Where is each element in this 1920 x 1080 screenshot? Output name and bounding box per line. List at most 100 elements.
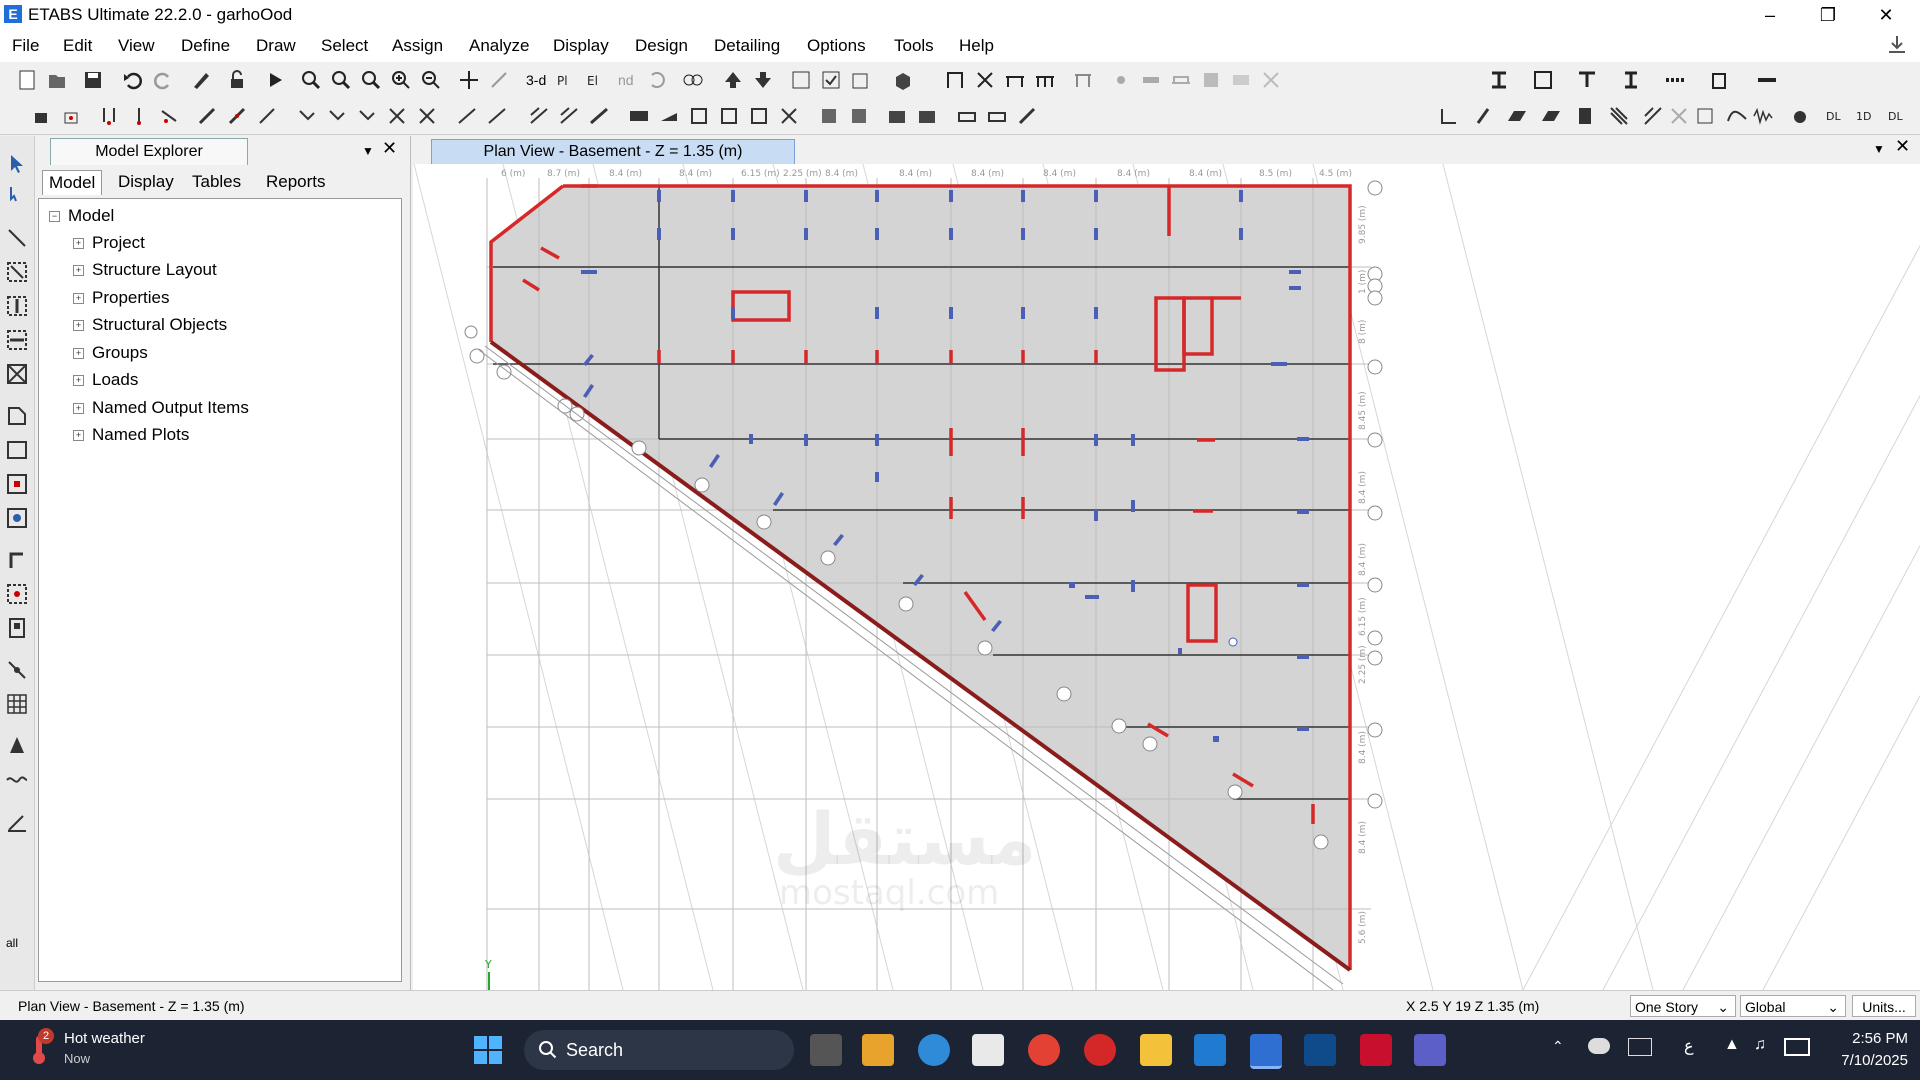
move-up-icon[interactable] [722, 69, 744, 91]
zoom-full-icon[interactable] [360, 69, 382, 91]
draw-beam-icon[interactable] [5, 328, 29, 352]
section-cut-icon[interactable] [1438, 105, 1460, 127]
zoom-in-icon[interactable] [390, 69, 412, 91]
download-icon[interactable] [1886, 34, 1908, 56]
expand-icon[interactable]: + [73, 238, 84, 250]
save-icon[interactable] [82, 69, 104, 91]
lock-pencil-icon[interactable] [190, 69, 212, 91]
menu-define[interactable]: Define [181, 36, 230, 56]
section-copy-icon[interactable] [1710, 69, 1732, 91]
assign-load-icon[interactable] [98, 105, 120, 127]
spring-property-icon[interactable] [1694, 105, 1716, 127]
draw-frame-icon[interactable] [944, 69, 966, 91]
rotate-icon[interactable] [646, 69, 668, 91]
taskbar-search[interactable]: Search [524, 1030, 794, 1070]
design-composite-icon[interactable] [886, 105, 908, 127]
open-icon[interactable] [46, 69, 68, 91]
widgets-icon[interactable] [862, 1034, 894, 1066]
display-reactions-icon[interactable] [778, 105, 800, 127]
tree-item-named-plots[interactable]: + Named Plots [73, 422, 189, 448]
rebar-icon[interactable] [1608, 105, 1630, 127]
draw-rectangle-icon[interactable] [5, 438, 29, 462]
clock-time[interactable]: 2:56 PM [1832, 1030, 1908, 1047]
menu-file[interactable]: File [12, 36, 39, 56]
file-explorer-icon[interactable] [1140, 1034, 1172, 1066]
opera-icon[interactable] [1084, 1034, 1116, 1066]
display-deformed-icon[interactable] [688, 105, 710, 127]
pan-icon[interactable] [458, 69, 480, 91]
section-i-icon[interactable] [1488, 69, 1510, 91]
new-model-icon[interactable] [16, 69, 38, 91]
menu-display[interactable]: Display [553, 36, 609, 56]
response-spectrum-icon[interactable] [1726, 105, 1748, 127]
wall-icon[interactable] [1200, 69, 1222, 91]
tab-display[interactable]: Display [118, 172, 174, 192]
extrude-icon[interactable] [892, 69, 914, 91]
clock-date[interactable]: 7/10/2025 [1822, 1052, 1908, 1069]
deck-section-icon[interactable] [1540, 105, 1562, 127]
perspective-icon[interactable] [682, 69, 704, 91]
time-history-icon[interactable] [1752, 105, 1774, 127]
coord-system-select[interactable]: Global ⌄ [1740, 995, 1846, 1017]
tree-item-structural-objects[interactable]: + Structural Objects [73, 312, 227, 338]
safe-app-icon[interactable] [1194, 1034, 1226, 1066]
section-t-icon[interactable] [1576, 69, 1598, 91]
model-canvas[interactable]: 6 (m) 8.7 (m) 8.4 (m) 8.4 (m) 6.15 (m) 2… [413, 163, 1920, 991]
lock-icon[interactable] [226, 69, 248, 91]
draw-tendon-icon[interactable] [5, 768, 29, 792]
beam-icon[interactable] [1004, 69, 1026, 91]
close-icon[interactable]: ✕ [1895, 136, 1910, 157]
rubber-band-icon[interactable] [488, 69, 510, 91]
slab-section-icon[interactable] [1506, 105, 1528, 127]
expand-icon[interactable]: + [73, 348, 84, 360]
design-slab-icon[interactable] [956, 105, 978, 127]
assign-mesh-icon[interactable] [416, 105, 438, 127]
opening-icon[interactable] [1230, 69, 1252, 91]
menu-view[interactable]: View [118, 36, 155, 56]
chevron-up-icon[interactable]: ⌃ [1552, 1038, 1564, 1055]
draw-wall-click-icon[interactable] [5, 582, 29, 606]
weather-title[interactable]: Hot weather [64, 1030, 145, 1047]
tree-item-named-output-items[interactable]: + Named Output Items [73, 395, 249, 421]
draw-click-area-icon[interactable] [5, 472, 29, 496]
onedrive-icon[interactable] [1588, 1038, 1610, 1054]
design-shear-wall-icon[interactable] [916, 105, 938, 127]
redo-icon[interactable] [152, 69, 174, 91]
tree-item-groups[interactable]: + Groups [73, 340, 148, 366]
keyboard-icon[interactable] [1628, 1038, 1652, 1056]
assign-release-icon[interactable] [226, 105, 248, 127]
draw-opening-icon[interactable] [5, 506, 29, 530]
elevation-view-icon[interactable]: El [586, 69, 608, 91]
dropdown-arrow-icon[interactable]: ▼ [362, 144, 374, 158]
tree-root[interactable]: − Model [49, 203, 114, 229]
dropdown-arrow-icon[interactable]: ▼ [1873, 142, 1885, 156]
display-shell-stress-icon[interactable] [718, 105, 740, 127]
zoom-restore-icon[interactable] [330, 69, 352, 91]
display-forces-icon[interactable] [658, 105, 680, 127]
assign-diaphragm-icon[interactable] [326, 105, 348, 127]
nd-view-button[interactable]: nd [618, 72, 634, 88]
draw-section-cut-icon[interactable] [5, 810, 29, 834]
expand-icon[interactable]: + [73, 320, 84, 332]
slab-icon[interactable] [1140, 69, 1162, 91]
tab-tables[interactable]: Tables [192, 172, 241, 192]
pointer-icon[interactable] [5, 152, 29, 176]
draw-link-icon[interactable] [5, 658, 29, 682]
menu-edit[interactable]: Edit [63, 36, 92, 56]
teams-icon[interactable] [1414, 1034, 1446, 1066]
zoom-window-icon[interactable] [300, 69, 322, 91]
plan-drawing[interactable]: 6 (m) 8.7 (m) 8.4 (m) 8.4 (m) 6.15 (m) 2… [413, 163, 1920, 991]
draw-frame-rect-icon[interactable] [5, 260, 29, 284]
expand-icon[interactable]: + [73, 265, 84, 277]
load-case-icon[interactable]: 1D [1856, 105, 1878, 127]
tab-reports[interactable]: Reports [266, 172, 326, 192]
tree-item-properties[interactable]: + Properties [73, 285, 169, 311]
assign-wind-icon[interactable] [558, 105, 580, 127]
plan-view-tab[interactable]: Plan View - Basement - Z = 1.35 (m) [431, 139, 795, 165]
chrome-icon[interactable] [1028, 1034, 1060, 1066]
menu-tools[interactable]: Tools [894, 36, 934, 56]
assign-temp-icon[interactable] [588, 105, 610, 127]
draw-grid-icon[interactable] [5, 692, 29, 716]
assign-link-icon[interactable] [456, 105, 478, 127]
assign-area-load-icon[interactable] [528, 105, 550, 127]
